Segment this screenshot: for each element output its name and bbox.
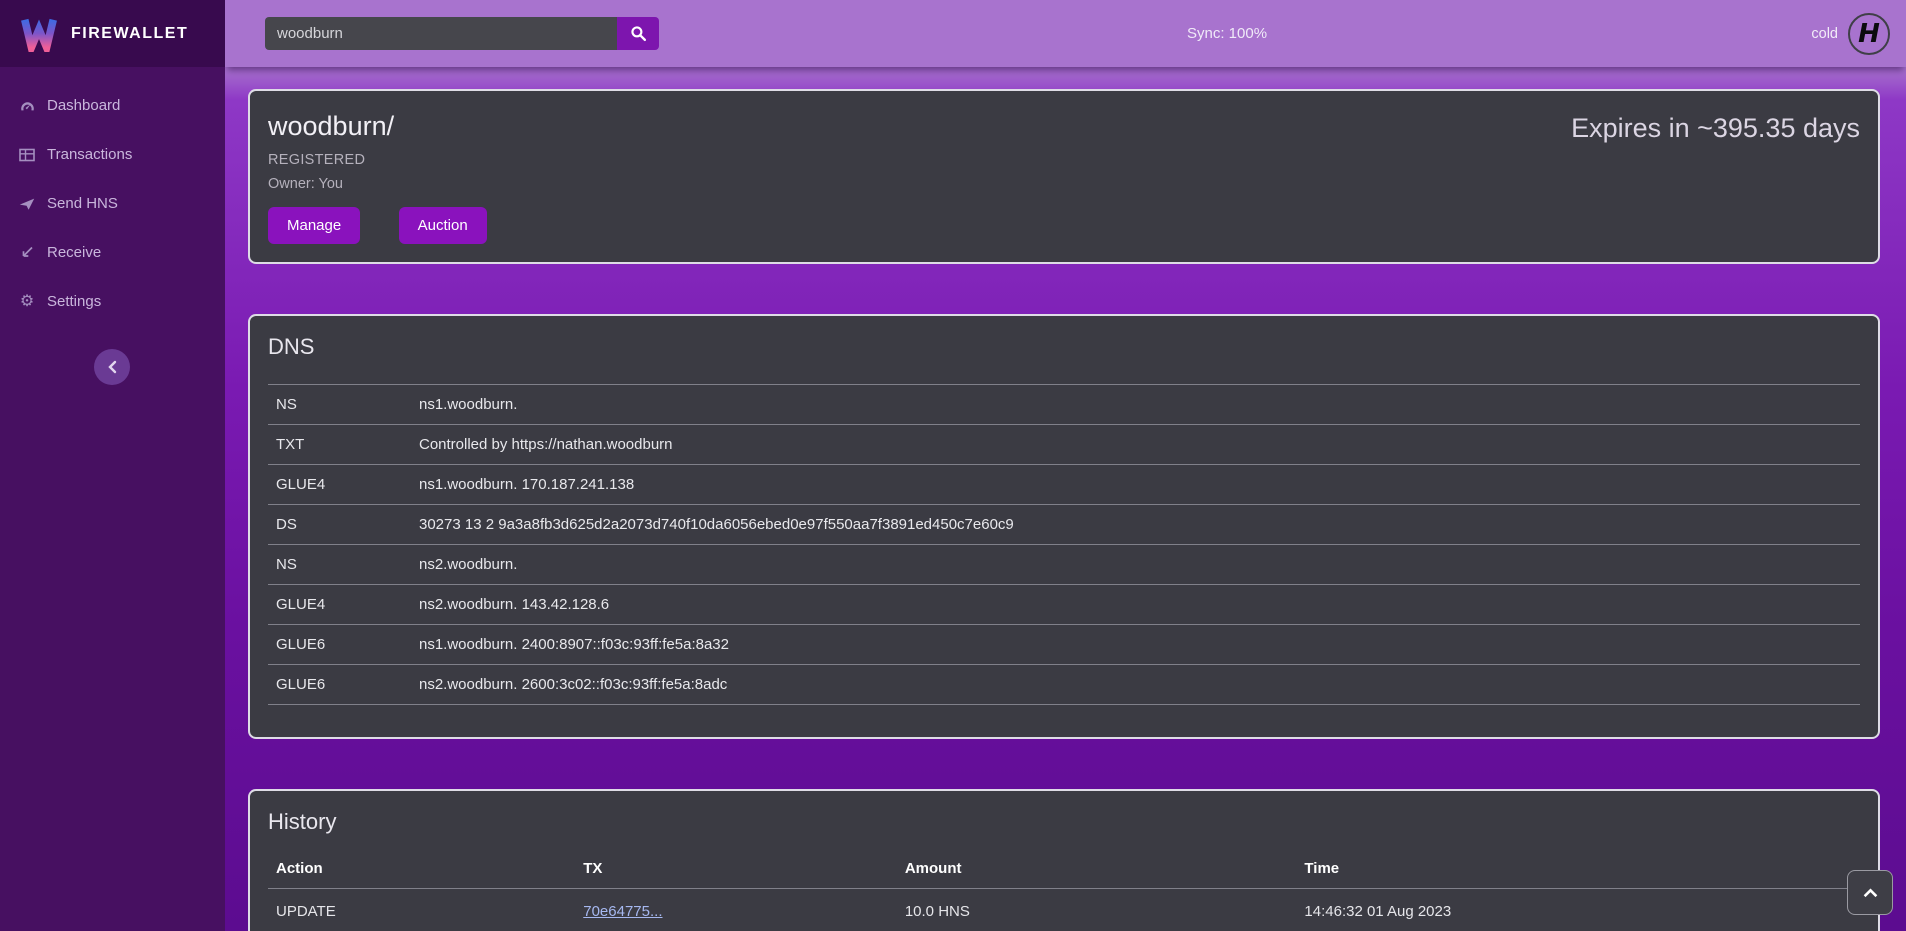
- dns-record-value: ns2.woodburn. 143.42.128.6: [411, 585, 1860, 625]
- wallet-name: cold: [1811, 26, 1838, 42]
- search-button[interactable]: [617, 17, 659, 50]
- domain-status: REGISTERED: [268, 152, 521, 168]
- sidebar-item-label: Transactions: [47, 146, 132, 163]
- dns-record-row: GLUE6 ns2.woodburn. 2600:3c02::f03c:93ff…: [268, 665, 1860, 705]
- dns-record-type: NS: [268, 545, 411, 585]
- transactions-table-icon: [18, 146, 36, 163]
- dns-record-row: TXT Controlled by https://nathan.woodbur…: [268, 425, 1860, 465]
- dns-title: DNS: [268, 334, 1860, 360]
- sidebar-nav: Dashboard Transactions Send HNS: [0, 67, 225, 326]
- brand: FIREWALLET: [0, 0, 225, 67]
- dns-record-type: DS: [268, 505, 411, 545]
- brand-name: FIREWALLET: [71, 25, 188, 43]
- app-window: FIREWALLET Dashboard: [0, 0, 1906, 931]
- history-time: 14:46:32 01 Aug 2023: [1296, 889, 1860, 931]
- wallet-indicator: cold H: [1811, 0, 1890, 67]
- history-row: UPDATE 70e64775... 10.0 HNS 14:46:32 01 …: [268, 889, 1860, 931]
- scroll-to-top-button[interactable]: [1847, 870, 1893, 915]
- sidebar-item-settings[interactable]: ⚙ Settings: [0, 277, 225, 326]
- search-input[interactable]: [265, 17, 617, 50]
- sidebar-item-dashboard[interactable]: Dashboard: [0, 81, 225, 130]
- domain-name-title: woodburn/: [268, 111, 521, 142]
- dns-record-type: GLUE6: [268, 625, 411, 665]
- domain-owner: Owner: You: [268, 176, 521, 192]
- domain-info: woodburn/ REGISTERED Owner: You Manage A…: [268, 105, 521, 244]
- history-amount: 10.0 HNS: [897, 889, 1297, 931]
- dns-record-type: GLUE4: [268, 585, 411, 625]
- sidebar-item-label: Dashboard: [47, 97, 120, 114]
- topbar: Sync: 100% cold H: [225, 0, 1906, 67]
- auction-button[interactable]: Auction: [399, 207, 487, 244]
- dns-record-value: ns1.woodburn. 2400:8907::f03c:93ff:fe5a:…: [411, 625, 1860, 665]
- dns-record-value: Controlled by https://nathan.woodburn: [411, 425, 1860, 465]
- dns-record-row: GLUE4 ns1.woodburn. 170.187.241.138: [268, 465, 1860, 505]
- dashboard-gauge-icon: [18, 97, 36, 114]
- history-card: History Action TX Amount Time UP: [248, 789, 1880, 931]
- dns-record-type: GLUE4: [268, 465, 411, 505]
- dns-record-type: NS: [268, 385, 411, 425]
- sidebar: FIREWALLET Dashboard: [0, 0, 225, 931]
- sidebar-item-transactions[interactable]: Transactions: [0, 130, 225, 179]
- chevron-left-icon: [107, 360, 117, 374]
- tx-hash-link[interactable]: 70e64775...: [583, 903, 662, 920]
- history-col-tx: TX: [575, 849, 897, 889]
- page-content: woodburn/ REGISTERED Owner: You Manage A…: [225, 67, 1906, 931]
- dns-record-row: GLUE6 ns1.woodburn. 2400:8907::f03c:93ff…: [268, 625, 1860, 665]
- dns-record-row: NS ns1.woodburn.: [268, 385, 1860, 425]
- manage-button[interactable]: Manage: [268, 207, 360, 244]
- dns-record-row: NS ns2.woodburn.: [268, 545, 1860, 585]
- sidebar-collapse-button[interactable]: [94, 349, 130, 385]
- sidebar-item-receive[interactable]: Receive: [0, 228, 225, 277]
- settings-gear-icon: ⚙: [18, 293, 36, 310]
- chevron-up-icon: [1863, 888, 1878, 898]
- dns-record-value: ns1.woodburn. 170.187.241.138: [411, 465, 1860, 505]
- domain-actions: Manage Auction: [268, 207, 521, 244]
- search-bar: [265, 17, 659, 50]
- history-col-time: Time: [1296, 849, 1860, 889]
- firewallet-logo-icon: [20, 16, 58, 52]
- domain-expiry: Expires in ~395.35 days: [1571, 113, 1860, 144]
- sync-status: Sync: 100%: [1187, 25, 1267, 42]
- sidebar-item-label: Receive: [47, 244, 101, 261]
- dns-table: NS ns1.woodburn. TXT Controlled by https…: [268, 384, 1860, 705]
- dns-record-value: 30273 13 2 9a3a8fb3d625d2a2073d740f10da6…: [411, 505, 1860, 545]
- send-paper-plane-icon: [18, 195, 36, 212]
- dns-record-value: ns2.woodburn.: [411, 545, 1860, 585]
- dns-card: DNS NS ns1.woodburn. TXT Controlled by h…: [248, 314, 1880, 739]
- sidebar-item-label: Send HNS: [47, 195, 118, 212]
- dns-record-type: GLUE6: [268, 665, 411, 705]
- dns-record-row: DS 30273 13 2 9a3a8fb3d625d2a2073d740f10…: [268, 505, 1860, 545]
- domain-card: woodburn/ REGISTERED Owner: You Manage A…: [248, 89, 1880, 264]
- handshake-logo-icon[interactable]: H: [1848, 13, 1890, 55]
- sidebar-item-label: Settings: [47, 293, 101, 310]
- dns-record-type: TXT: [268, 425, 411, 465]
- history-title: History: [268, 809, 1860, 835]
- history-action: UPDATE: [268, 889, 575, 931]
- history-table: Action TX Amount Time UPDATE 70e64775...…: [268, 849, 1860, 931]
- receive-arrow-icon: [18, 244, 36, 261]
- dns-record-value: ns1.woodburn.: [411, 385, 1860, 425]
- history-header-row: Action TX Amount Time: [268, 849, 1860, 889]
- dns-record-row: GLUE4 ns2.woodburn. 143.42.128.6: [268, 585, 1860, 625]
- search-icon: [630, 25, 647, 42]
- history-col-action: Action: [268, 849, 575, 889]
- history-col-amount: Amount: [897, 849, 1297, 889]
- dns-record-value: ns2.woodburn. 2600:3c02::f03c:93ff:fe5a:…: [411, 665, 1860, 705]
- sidebar-item-send-hns[interactable]: Send HNS: [0, 179, 225, 228]
- main-area: Sync: 100% cold H woodburn/ REGISTERED O…: [225, 0, 1906, 931]
